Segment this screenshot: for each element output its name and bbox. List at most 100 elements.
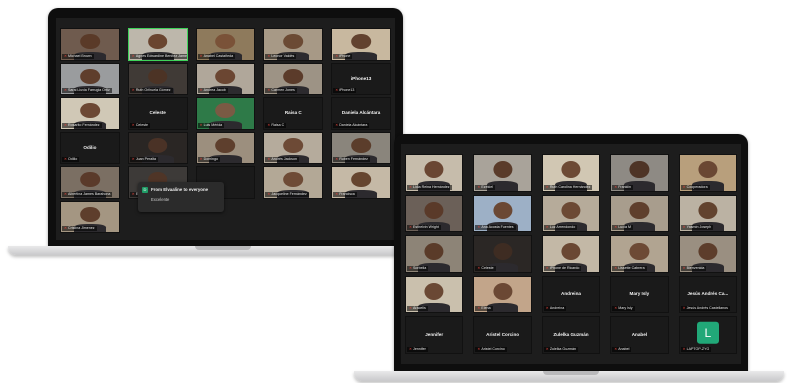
mic-muted-icon: ✕ <box>267 191 271 196</box>
mic-muted-icon: ✕ <box>409 346 413 351</box>
participant-tile[interactable]: ✕Bienvenida <box>678 235 737 273</box>
participant-tile[interactable]: ✕Cristina Jimenez <box>60 200 120 233</box>
participant-name-label: ✕Cooperadora <box>680 184 710 190</box>
participant-tile[interactable]: ✕Ruth Orihuela Gómez <box>127 62 188 95</box>
participant-face <box>283 137 304 153</box>
participant-tile[interactable]: ✕Rosarito Fernández <box>60 97 120 130</box>
participant-face <box>147 137 168 153</box>
participant-face <box>698 242 718 260</box>
mic-muted-icon: ✕ <box>131 191 135 196</box>
participant-tile[interactable]: Andreina ✕Andreina <box>541 275 601 314</box>
mic-muted-icon: ✕ <box>614 184 618 189</box>
mic-muted-icon: ✕ <box>409 225 413 230</box>
participant-tile[interactable]: Jesús Andrés Ca... ✕Jesús Andrés Castella… <box>678 275 737 314</box>
participant-tile[interactable]: ✕Lucía M <box>610 194 669 233</box>
participant-tile[interactable]: Celeste ✕Celeste <box>127 97 188 130</box>
participant-name-label: ✕Michael Brown <box>62 53 94 59</box>
participant-tile[interactable]: Aristel Corcino ✕Aristel Corcino <box>473 316 532 354</box>
participant-display-name: Odilio <box>83 144 97 150</box>
participant-name: Andrea Jacob <box>203 88 226 92</box>
participant-tile[interactable]: ✕Aracelis <box>405 275 464 314</box>
participant-tile[interactable]: Zulelka Guzmán ✕Zulelka Guzmán <box>541 316 601 354</box>
participant-name: Jennifer <box>413 346 426 351</box>
mic-muted-icon: ✕ <box>409 265 413 270</box>
participant-tile[interactable]: L ✕LAPTOP-ZYG <box>678 316 737 354</box>
participant-tile[interactable]: ✕Domingo <box>195 131 256 164</box>
participant-tile[interactable]: ✕Andrés Jackson <box>263 131 324 164</box>
participant-tile[interactable]: ✕Lissette Cabrera <box>610 235 669 273</box>
participant-tile[interactable]: ✕Leonor Valdés <box>263 28 324 61</box>
participant-tile[interactable]: Odilio ✕Odilio <box>60 131 120 164</box>
participant-tile[interactable]: ✕Andrea Jacob <box>195 62 256 95</box>
participant-face <box>629 242 649 260</box>
participant-tile[interactable]: ✕Luis Mérida <box>195 97 256 130</box>
participant-tile[interactable]: ✕Michael Brown <box>60 28 120 61</box>
laptop-right-screen: ✕Lidia Reina Hernández ✕Ezekiel ✕Ruth Caro… <box>401 144 741 364</box>
participant-name: Anabel <box>618 346 630 351</box>
participant-tile[interactable]: ✕Ezekiel <box>473 154 532 192</box>
participant-face <box>215 137 236 153</box>
participant-name: iPhone13 <box>339 88 355 92</box>
participant-face <box>561 242 581 260</box>
participant-tile[interactable]: ✕Sarai Lluvia Farrugia Ortiz <box>60 62 120 95</box>
participant-tile[interactable]: ✕Lidia Reina Hernández <box>405 154 464 192</box>
participant-tile[interactable]: ✕Franklin <box>610 154 669 192</box>
participant-name-label: ✕Agnes Edwardine Benítez James <box>129 53 187 59</box>
chat-message: Excelente <box>151 197 170 202</box>
chat-avatar: D <box>142 187 148 193</box>
participant-tile[interactable]: Anabel ✕Anabel <box>610 316 669 354</box>
participant-face <box>80 206 100 222</box>
participant-tile[interactable]: ✕Luz Arrendondo <box>541 194 601 233</box>
participant-display-name: iPhone13 <box>350 75 372 81</box>
participant-tile[interactable]: Jennifer ✕Jennifer <box>405 316 464 354</box>
mic-muted-icon: ✕ <box>64 226 68 230</box>
mic-muted-icon: ✕ <box>335 157 339 161</box>
participant-display-name: Aristel Corcino <box>486 331 520 337</box>
mic-muted-icon: ✕ <box>409 184 413 189</box>
participant-face <box>351 137 371 153</box>
participant-tile[interactable]: ✕iPhone de Ricardo <box>541 235 601 273</box>
participant-name: Aracelis <box>413 306 426 311</box>
participant-tile[interactable]: ✕Albertina James Barahona <box>60 166 120 199</box>
participant-tile[interactable]: ✕Elena <box>473 275 532 314</box>
mic-muted-icon: ✕ <box>545 265 549 270</box>
participant-tile[interactable]: ✕Anabel Castañeda <box>195 28 256 61</box>
participant-tile[interactable]: ✕Jacqueline Fernández <box>263 166 324 199</box>
participant-name: iPhone de Ricardo <box>549 265 580 270</box>
participant-tile[interactable]: ✕Francisca <box>331 166 391 199</box>
participant-tile[interactable]: Daniela Alcántara ✕Daniela Alcántara <box>331 97 391 130</box>
participant-tile[interactable]: iPhone13 ✕iPhone13 <box>331 62 391 95</box>
participant-tile[interactable]: ✕iPhone <box>331 28 391 61</box>
participant-name: Anabel Castañeda <box>203 53 234 58</box>
participant-face <box>80 68 100 84</box>
participant-name-label: ✕Carmen Jones <box>265 88 297 93</box>
participant-tile[interactable]: Mary Isly ✕Mary Isly <box>610 275 669 314</box>
participant-name: Carmen Jones <box>271 88 295 92</box>
participant-tile[interactable]: ✕Ruben Fernández <box>331 131 391 164</box>
participant-tile[interactable]: ✕Sorbelia <box>405 235 464 273</box>
participant-face <box>493 283 513 301</box>
participant-face <box>424 283 444 301</box>
participant-tile[interactable]: ✕Celeste <box>473 235 532 273</box>
participant-avatar: L <box>696 321 719 344</box>
participant-name: Agnes Edwardine Benítez James <box>135 53 187 58</box>
participant-tile[interactable]: ✕Ruth Carolina Hernández <box>541 154 601 192</box>
participant-tile[interactable]: ✕Yasmín Joseph <box>678 194 737 233</box>
participant-face <box>80 103 100 119</box>
participant-face <box>493 242 513 260</box>
participant-tile[interactable]: Raisa C ✕Raisa C <box>263 97 324 130</box>
chat-popup[interactable]: D From Elvaaline to everyone Excelente <box>138 182 224 212</box>
participant-tile[interactable]: ✕Cooperadora <box>678 154 737 192</box>
participant-tile[interactable]: ✕Juan Peralta <box>127 131 188 164</box>
participant-tile[interactable]: ✕Esthelvin Wright <box>405 194 464 233</box>
mic-muted-icon: ✕ <box>131 122 135 127</box>
participant-tile[interactable]: ✕Ana Acosta Fuentes <box>473 194 532 233</box>
mic-muted-icon: ✕ <box>267 53 271 58</box>
video-grid-left: ✕Michael Brown ✕Agnes Edwardine Benítez J… <box>60 28 391 233</box>
participant-tile[interactable]: ✕Carmen Jones <box>263 62 324 95</box>
participant-name: Jesús Andrés Castellanos <box>686 306 728 311</box>
participant-name-label: ✕Anabel Castañeda <box>197 53 236 59</box>
participant-name: Celeste <box>481 265 494 270</box>
participant-tile[interactable]: ✕Agnes Edwardine Benítez James <box>127 28 188 61</box>
participant-name: Ruben Fernández <box>339 157 368 161</box>
